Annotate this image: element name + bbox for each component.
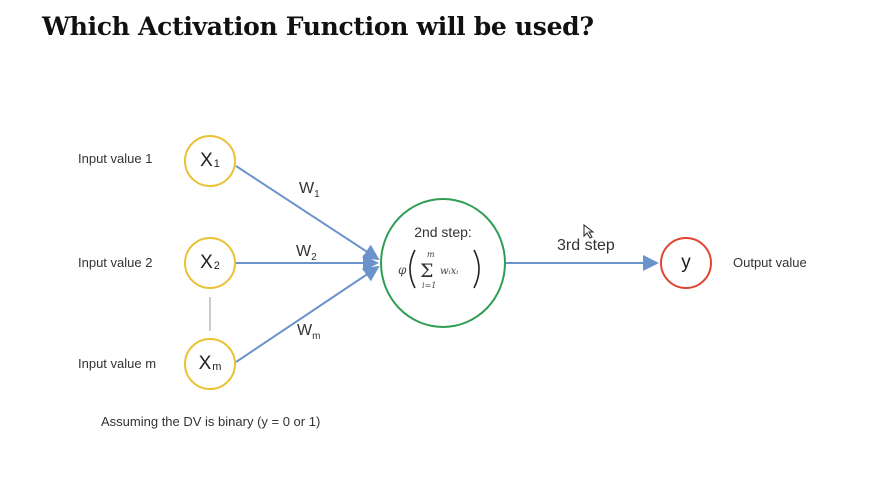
input-node-m: Xm: [184, 338, 236, 390]
formula-upper: m: [427, 250, 435, 259]
formula-left-paren: [409, 249, 416, 289]
input-node-1-symbol: X: [200, 150, 213, 171]
input-node-1: X1: [184, 135, 236, 187]
activation-formula: φ m Σ i=1 wᵢxᵢ: [398, 249, 480, 290]
output-node: y: [660, 237, 712, 289]
input-node-2: X2: [184, 237, 236, 289]
weight-2-subscript: 2: [311, 252, 317, 264]
weight-2-symbol: W: [296, 243, 312, 260]
weight-m-symbol: W: [297, 322, 313, 339]
formula-sigma: Σ: [420, 260, 433, 282]
weight-label-m: Wm: [297, 322, 320, 342]
weight-m-subscript: m: [312, 331, 321, 343]
input-node-m-symbol: X: [198, 353, 212, 374]
formula-phi: φ: [398, 263, 407, 277]
formula-term: wᵢxᵢ: [440, 266, 458, 277]
neuron-step-label: 2nd step:: [414, 224, 472, 240]
input-node-2-subscript: 2: [213, 260, 220, 272]
output-value-label: Output value: [733, 255, 807, 270]
formula-lower: i=1: [422, 281, 436, 290]
weight-label-2: W2: [296, 243, 317, 263]
formula-right-paren: [473, 249, 480, 289]
mouse-cursor-icon: [583, 224, 595, 239]
input-label-2: Input value 2: [78, 255, 153, 270]
input-node-m-subscript: m: [212, 361, 222, 373]
input-node-1-subscript: 1: [213, 158, 220, 170]
output-node-symbol: y: [681, 252, 691, 273]
input-label-m: Input value m: [78, 356, 157, 371]
input-node-2-symbol: X: [200, 252, 213, 273]
weight-1-symbol: W: [299, 180, 315, 197]
neuron-node: 2nd step: φ m Σ i=1 wᵢxᵢ: [380, 198, 506, 328]
assumption-note: Assuming the DV is binary (y = 0 or 1): [101, 414, 321, 429]
weight-1-subscript: 1: [314, 189, 320, 201]
edge-xm-neuron: [235, 265, 380, 363]
weight-label-1: W1: [299, 180, 320, 200]
input-label-1: Input value 1: [78, 151, 153, 166]
